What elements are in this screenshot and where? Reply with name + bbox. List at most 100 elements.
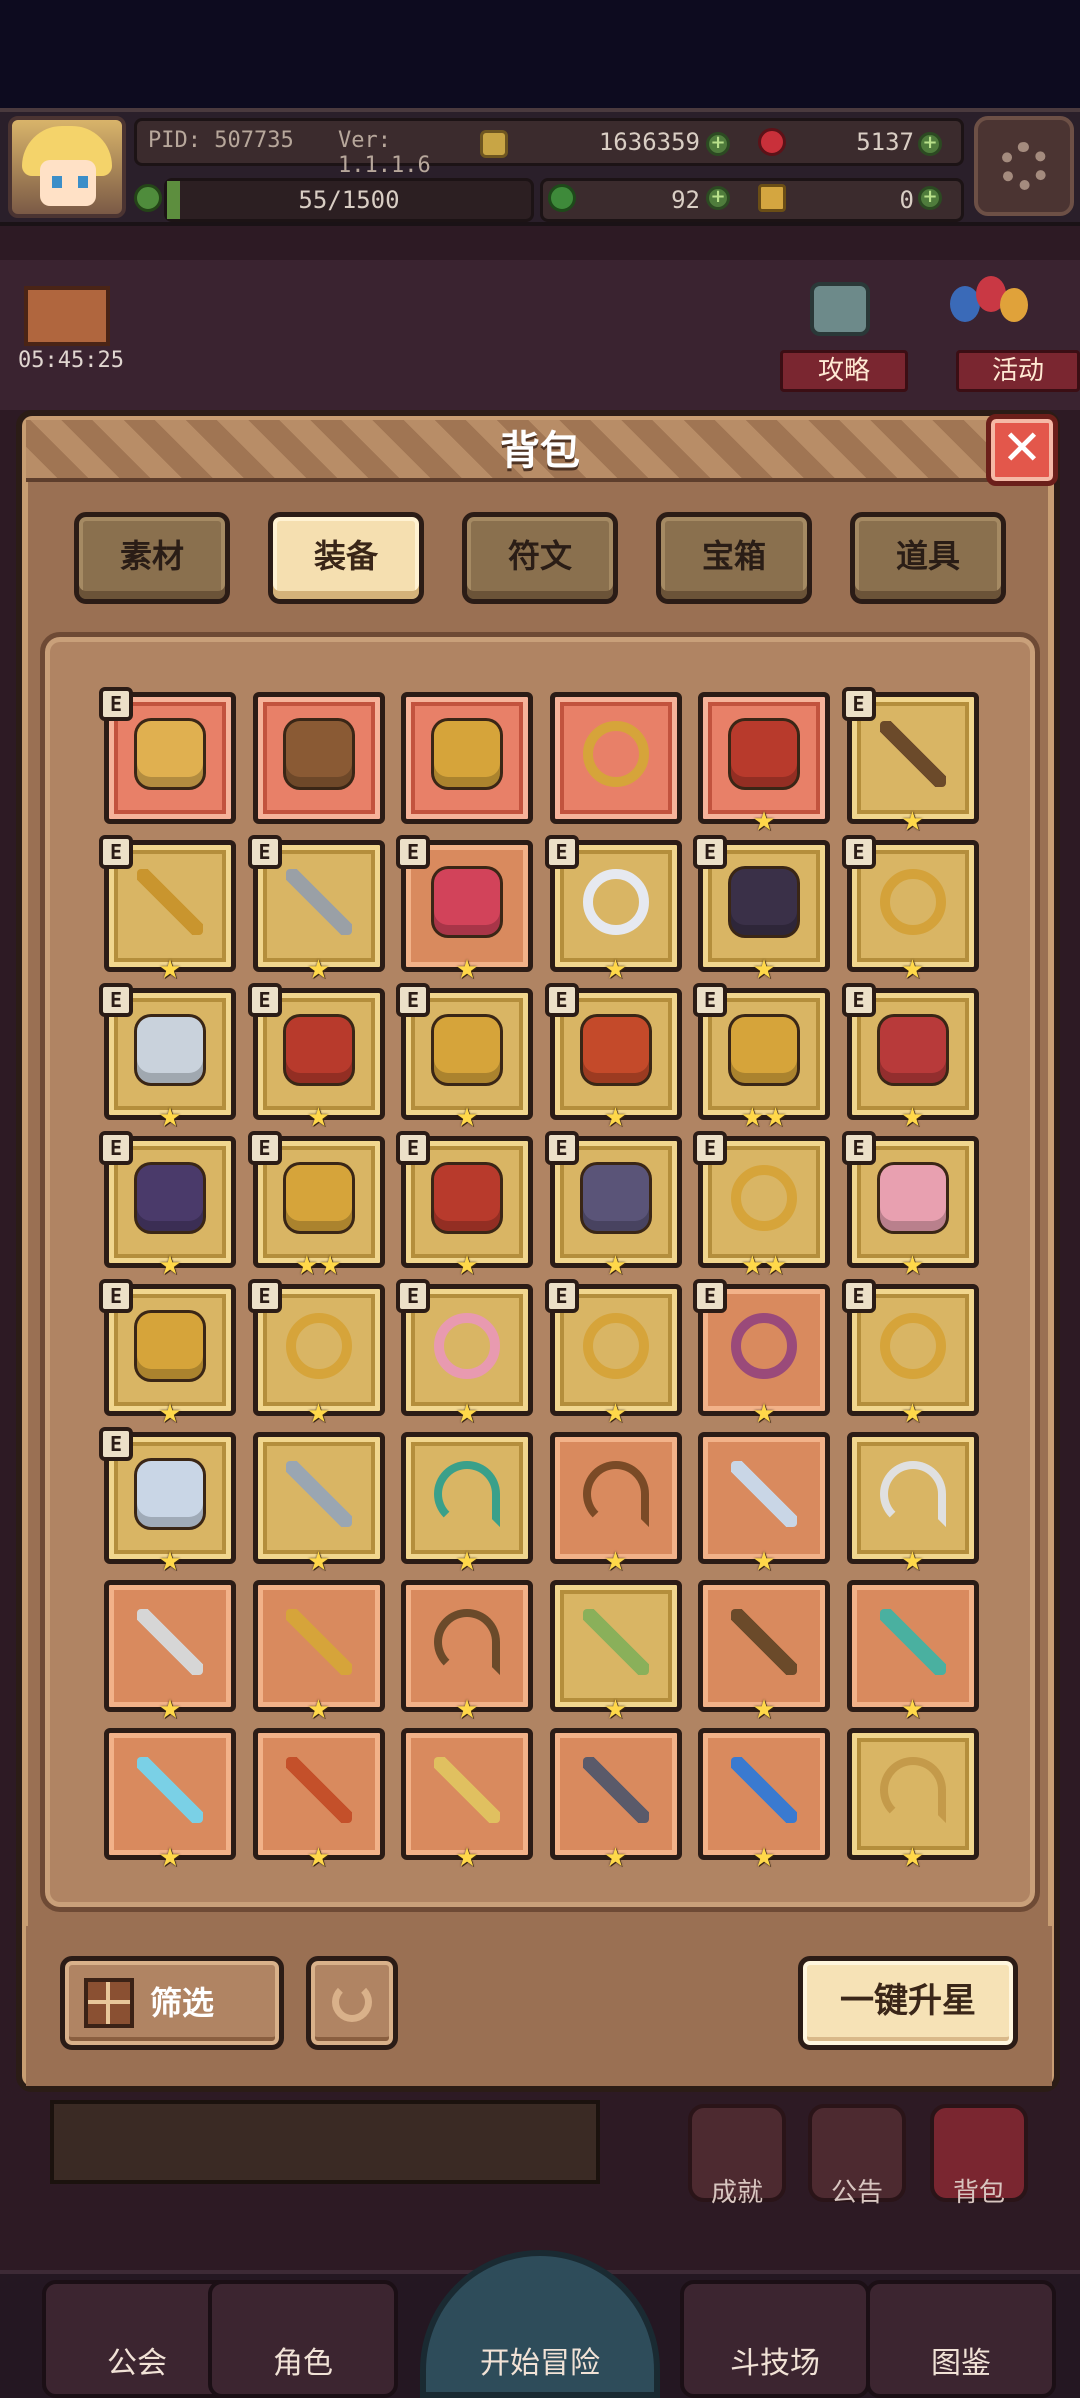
- star-rating: ★: [306, 1547, 331, 1577]
- filter-label: 筛选: [150, 1984, 215, 2022]
- star-rating: ★: [900, 1695, 925, 1725]
- inventory-slot[interactable]: E ★: [544, 983, 682, 1131]
- inventory-slot[interactable]: ★: [401, 1580, 533, 1723]
- inventory-slot[interactable]: E ★: [693, 1279, 830, 1427]
- winged-heart-ring-icon: [731, 1313, 797, 1379]
- equipped-badge: E: [247, 835, 282, 869]
- inventory-slot[interactable]: E ★: [396, 835, 533, 983]
- star-rating: ★: [306, 1103, 331, 1133]
- inventory-slot[interactable]: E ★: [99, 1131, 236, 1279]
- inventory-slot[interactable]: E ★: [841, 983, 979, 1131]
- event-button[interactable]: 活动: [956, 350, 1080, 392]
- player-avatar[interactable]: [8, 116, 126, 218]
- inventory-slot[interactable]: E ★: [99, 835, 236, 983]
- gold-crossbow-icon: [879, 1757, 946, 1823]
- inventory-slot[interactable]: ★: [846, 1728, 979, 1871]
- red-glove-icon: [582, 1017, 649, 1083]
- inventory-slot[interactable]: [549, 692, 682, 824]
- inventory-slot[interactable]: E ★★: [693, 1131, 830, 1279]
- tab-chests[interactable]: 宝箱: [656, 512, 812, 604]
- inventory-slot[interactable]: [401, 692, 533, 824]
- inventory-slot[interactable]: [252, 692, 385, 824]
- inventory-slot[interactable]: E ★: [693, 835, 830, 983]
- one-click-upgrade-button[interactable]: 一键升星: [798, 1956, 1018, 2050]
- star-rating: ★: [603, 1547, 628, 1577]
- inventory-slot[interactable]: ★: [698, 1580, 830, 1723]
- inventory-slot[interactable]: ★: [549, 1580, 682, 1723]
- gift-box-icon[interactable]: [24, 286, 110, 346]
- equipped-badge: E: [544, 983, 579, 1017]
- game-version: Ver: 1.1.1.6: [338, 128, 431, 178]
- add-red-gem-icon[interactable]: +: [918, 132, 942, 156]
- inventory-slot[interactable]: ★: [252, 1580, 385, 1723]
- ice-wand-icon: [137, 1757, 203, 1823]
- add-gold-icon[interactable]: +: [706, 132, 730, 156]
- ticket-icon: [758, 184, 786, 212]
- equipped-badge: E: [396, 835, 430, 869]
- star-rating: ★: [603, 955, 628, 985]
- settings-button[interactable]: [974, 116, 1074, 216]
- inventory-slot[interactable]: E ★: [544, 835, 682, 983]
- star-rating: ★: [603, 1103, 628, 1133]
- inventory-slot[interactable]: ★: [252, 1432, 385, 1575]
- purple-crown-icon: [137, 1165, 203, 1231]
- equipped-badge: E: [99, 835, 133, 869]
- inventory-slot[interactable]: ★: [549, 1432, 682, 1575]
- crossed-swords-icon: [285, 1461, 352, 1527]
- inventory-slot[interactable]: E ★: [247, 1279, 385, 1427]
- nav-guild-label: 公会: [107, 2346, 167, 2381]
- add-ticket-icon[interactable]: +: [918, 186, 942, 210]
- red-boots-icon: [434, 1165, 500, 1231]
- double-axe-icon: [137, 1609, 203, 1675]
- inventory-slot[interactable]: E ★: [544, 1131, 682, 1279]
- inventory-slot[interactable]: E ★: [544, 1279, 682, 1427]
- inventory-slot[interactable]: E ★★: [693, 983, 830, 1131]
- star-rating: ★: [455, 1547, 479, 1577]
- guide-button[interactable]: 攻略: [780, 350, 908, 392]
- star-rating: ★: [900, 1547, 925, 1577]
- inventory-slot[interactable]: ★: [104, 1580, 236, 1723]
- add-clover-icon[interactable]: +: [706, 186, 730, 210]
- inventory-slot[interactable]: E ★: [841, 687, 979, 835]
- star-rating: ★: [158, 1547, 182, 1577]
- equipped-badge: E: [396, 1131, 430, 1165]
- inventory-slot[interactable]: ★: [698, 692, 830, 835]
- inventory-slot[interactable]: E ★: [841, 1279, 979, 1427]
- inventory-slot[interactable]: ★: [252, 1728, 385, 1871]
- inventory-slot[interactable]: ★: [401, 1432, 533, 1575]
- inventory-slot[interactable]: ★: [698, 1728, 830, 1871]
- inventory-slot[interactable]: E ★: [99, 1279, 236, 1427]
- inventory-slot[interactable]: E ★: [99, 983, 236, 1131]
- start-adventure-label: 开始冒险: [480, 2346, 600, 2381]
- equipped-badge: E: [99, 1427, 133, 1461]
- inventory-slot[interactable]: ★: [104, 1728, 236, 1871]
- inventory-slot[interactable]: E ★: [247, 835, 385, 983]
- tab-equipment[interactable]: 装备: [268, 512, 424, 604]
- inventory-slot[interactable]: ★: [549, 1728, 682, 1871]
- tab-runes[interactable]: 符文: [462, 512, 618, 604]
- star-rating: ★: [900, 955, 925, 985]
- inventory-slot[interactable]: ★: [846, 1432, 979, 1575]
- star-rating: ★: [455, 1103, 479, 1133]
- inventory-slot[interactable]: ★: [846, 1580, 979, 1723]
- inventory-slot[interactable]: E ★: [99, 1427, 236, 1575]
- inventory-slot[interactable]: E ★: [841, 835, 979, 983]
- tab-materials[interactable]: 素材: [74, 512, 230, 604]
- tab-props[interactable]: 道具: [850, 512, 1006, 604]
- inventory-slot[interactable]: E ★: [396, 1131, 533, 1279]
- inventory-slot[interactable]: E ★: [841, 1131, 979, 1279]
- gold-horned-helm-icon: [434, 721, 500, 787]
- inventory-slot[interactable]: ★: [698, 1432, 830, 1575]
- nav-character-label: 角色: [273, 2346, 333, 2381]
- gold-staff-icon: [285, 1609, 352, 1675]
- inventory-slot[interactable]: E ★: [396, 1279, 533, 1427]
- inventory-slot[interactable]: E ★: [396, 983, 533, 1131]
- inventory-slot[interactable]: E ★★: [247, 1131, 385, 1279]
- inventory-slot[interactable]: ★: [401, 1728, 533, 1871]
- pink-heart-shield-icon: [879, 1165, 946, 1231]
- close-button[interactable]: ✕: [986, 414, 1058, 486]
- inventory-slot[interactable]: E: [99, 687, 236, 824]
- equipped-badge: E: [99, 687, 133, 721]
- refresh-icon: [332, 1982, 372, 2022]
- inventory-slot[interactable]: E ★: [247, 983, 385, 1131]
